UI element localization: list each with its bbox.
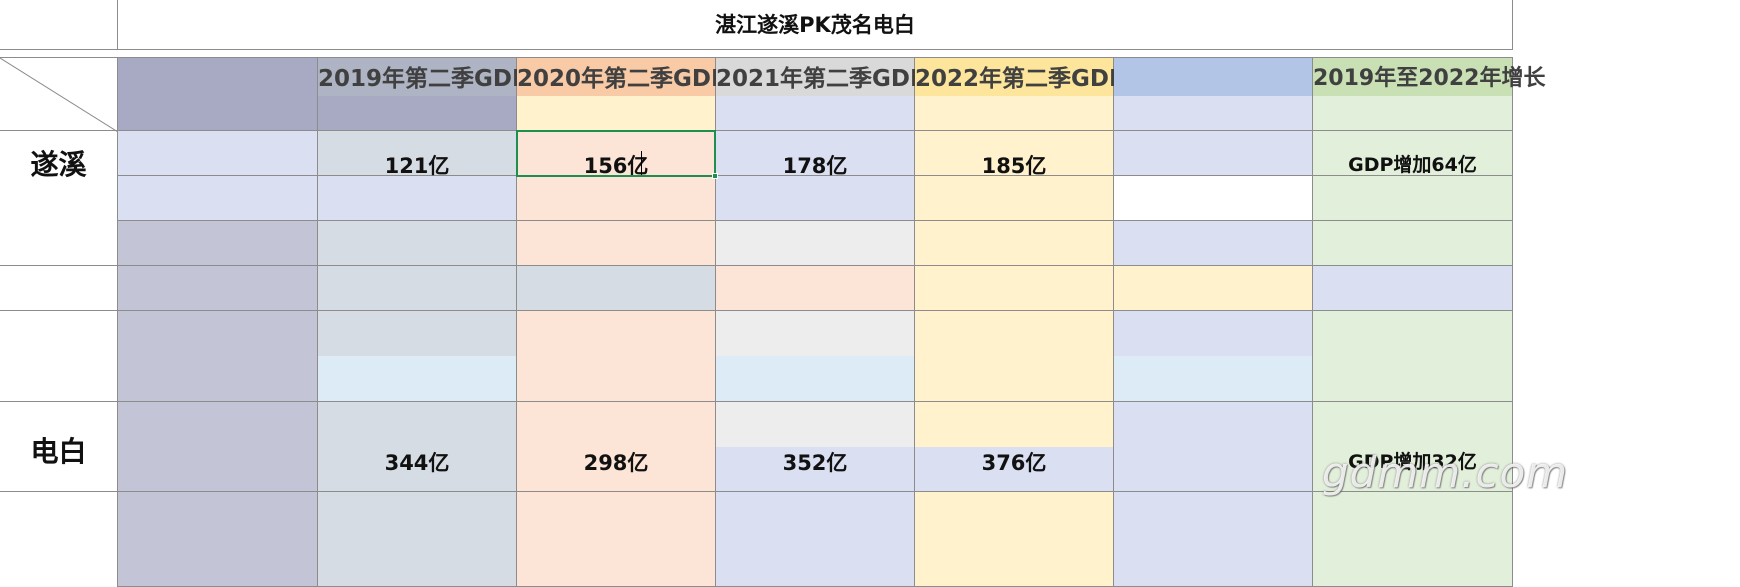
grid-cell[interactable] [1114, 176, 1313, 221]
value-dianbai-2020: 298亿 [583, 451, 649, 475]
grid-cell[interactable] [915, 492, 1114, 587]
header-2019-label: 2019年第二季GDP [318, 66, 529, 92]
value-cell-dianbai-2020[interactable]: 298亿 [517, 402, 716, 492]
grid-cell[interactable] [517, 176, 716, 221]
watermark-text: gdmm.com [1322, 448, 1569, 497]
watermark-logo: gdmm.com [1322, 448, 1568, 497]
grid-cell[interactable] [318, 311, 517, 402]
grid-cell[interactable] [118, 131, 318, 176]
grid-cell[interactable] [318, 221, 517, 266]
fill-handle[interactable] [712, 173, 718, 179]
grid-cell[interactable] [716, 311, 915, 402]
grid-cell[interactable] [915, 266, 1114, 311]
grid-cell[interactable] [1313, 311, 1513, 402]
header-2022-cell: 2022年第二季GDP [915, 57, 1126, 131]
grid-cell[interactable] [1114, 402, 1313, 492]
header-2021-label: 2021年第二季GDP [716, 66, 927, 92]
active-cell-selection[interactable] [516, 130, 716, 177]
grid-cell[interactable] [716, 176, 915, 221]
city-cell-dianbai: 电白 [0, 402, 118, 492]
grid-cell[interactable] [915, 221, 1114, 266]
grid-cell[interactable] [716, 492, 915, 587]
grid-cell[interactable] [118, 402, 318, 492]
header-2020-label: 2020年第二季GDP [517, 66, 728, 92]
value-cell-suixi-2022[interactable]: 185亿 [915, 131, 1114, 178]
grid-cell[interactable] [1313, 266, 1513, 311]
grid-cell[interactable] [318, 176, 517, 221]
value-suixi-growth: GDP增加64亿 [1348, 154, 1477, 176]
sheet-title: 湛江遂溪PK茂名电白 [118, 0, 1513, 50]
grid-cell[interactable] [1114, 131, 1313, 176]
grid-cell[interactable] [318, 266, 517, 311]
value-dianbai-2022: 376亿 [981, 451, 1047, 475]
diagonal-line [0, 58, 118, 132]
value-cell-dianbai-2021[interactable]: 352亿 [716, 402, 915, 492]
grid-cell[interactable] [1313, 221, 1513, 266]
grid-cell[interactable] [1114, 492, 1313, 587]
grid-cell[interactable] [1114, 266, 1313, 311]
city-cell-blank-3 [0, 492, 118, 587]
header-2020-cell: 2020年第二季GDP [517, 57, 728, 131]
grid-cell[interactable] [1313, 492, 1513, 587]
value-cell-suixi-growth[interactable]: GDP增加64亿 [1313, 131, 1513, 176]
grid-cell[interactable] [517, 266, 716, 311]
grid-cell[interactable] [1114, 221, 1313, 266]
value-dianbai-2019: 344亿 [384, 451, 450, 475]
grid-cell[interactable] [118, 311, 318, 402]
city-cell-blank-2 [0, 311, 118, 402]
grid-cell[interactable] [716, 221, 915, 266]
header-2021-cell: 2021年第二季GDP [716, 57, 927, 131]
title-label-cell [0, 0, 118, 50]
city-label-dianbai: 电白 [30, 435, 87, 468]
grid-cell[interactable] [915, 311, 1114, 402]
sheet-title-text: 湛江遂溪PK茂名电白 [715, 13, 915, 37]
corner-header-cell [0, 57, 118, 132]
grid-cell[interactable] [118, 221, 318, 266]
grid-cell[interactable] [716, 266, 915, 311]
header-2022-label: 2022年第二季GDP [915, 66, 1126, 92]
grid-cell[interactable] [1313, 176, 1513, 221]
header-growth-cell: 2019年至2022年增长 [1313, 57, 1546, 131]
grid-cell[interactable] [517, 492, 716, 587]
text-cursor [641, 151, 642, 175]
city-cell-blank-1 [0, 266, 118, 311]
city-label-suixi: 遂溪 [30, 148, 87, 181]
value-cell-suixi-2019[interactable]: 121亿 [318, 131, 517, 178]
grid-cell[interactable] [318, 492, 517, 587]
grid-cell[interactable] [118, 176, 318, 221]
city-cell-suixi: 遂溪 [0, 131, 118, 266]
grid-cell[interactable] [118, 492, 318, 587]
grid-cell[interactable] [1114, 311, 1313, 402]
header-empty-cell [1114, 57, 1313, 131]
value-cell-suixi-2021[interactable]: 178亿 [716, 131, 915, 178]
value-dianbai-2021: 352亿 [782, 451, 848, 475]
header-growth-label: 2019年至2022年增长 [1313, 66, 1546, 91]
header-2019-cell: 2019年第二季GDP [318, 57, 529, 131]
grid-cell[interactable] [517, 311, 716, 402]
value-cell-dianbai-2022[interactable]: 376亿 [915, 402, 1114, 492]
header-blank-cell [118, 57, 318, 131]
grid-cell[interactable] [915, 176, 1114, 221]
value-cell-dianbai-2019[interactable]: 344亿 [318, 402, 517, 492]
grid-cell[interactable] [118, 266, 318, 311]
grid-cell[interactable] [517, 221, 716, 266]
